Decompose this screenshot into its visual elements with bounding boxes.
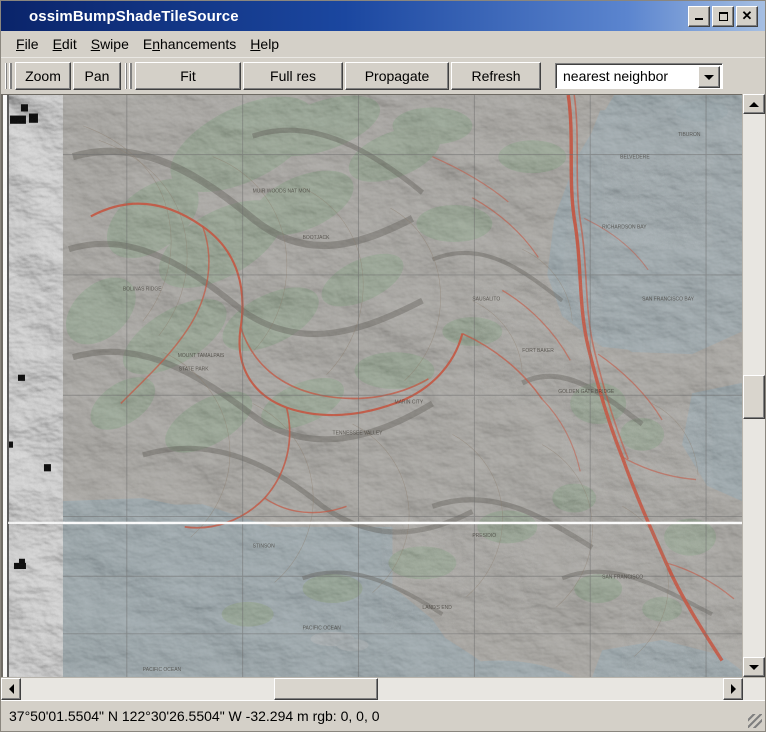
minimize-icon	[695, 18, 703, 20]
menu-item-file[interactable]: File	[9, 34, 46, 54]
status-text: 37°50'01.5504" N 122°30'26.5504" W -32.2…	[9, 708, 380, 724]
menu-item-help[interactable]: Help	[243, 34, 286, 54]
toolbar-drag-handle-2[interactable]	[125, 63, 132, 89]
scrollbar-corner	[743, 678, 765, 700]
resampler-selected-value: nearest neighbor	[563, 68, 669, 84]
status-bar: 37°50'01.5504" N 122°30'26.5504" W -32.2…	[1, 700, 765, 731]
arrow-left-icon	[8, 684, 14, 694]
refresh-button[interactable]: Refresh	[451, 62, 541, 90]
pan-button[interactable]: Pan	[73, 62, 121, 90]
horizontal-scroll-track[interactable]	[21, 678, 723, 700]
map-image[interactable]: MUIR WOODS NAT MON MOUNT TAMALPAIS STATE…	[3, 95, 742, 677]
menu-item-swipe[interactable]: Swipe	[84, 34, 136, 54]
title-bar: ossimBumpShadeTileSource ✕	[1, 1, 765, 31]
horizontal-scrollbar[interactable]	[1, 677, 765, 700]
menu-item-enhancements[interactable]: Enhancements	[136, 34, 243, 54]
resampler-dropdown[interactable]: nearest neighbor	[555, 63, 723, 89]
close-icon: ✕	[741, 8, 753, 23]
fit-button[interactable]: Fit	[135, 62, 241, 90]
canvas-area: MUIR WOODS NAT MON MOUNT TAMALPAIS STATE…	[1, 94, 765, 700]
scroll-up-button[interactable]	[743, 94, 765, 114]
arrow-up-icon	[749, 101, 759, 107]
arrow-right-icon	[730, 684, 736, 694]
application-window: ossimBumpShadeTileSource ✕ File Edit Swi…	[0, 0, 766, 732]
toolbar-drag-handle-1[interactable]	[5, 63, 12, 89]
map-viewport[interactable]: MUIR WOODS NAT MON MOUNT TAMALPAIS STATE…	[1, 94, 742, 677]
propagate-button[interactable]: Propagate	[345, 62, 449, 90]
zoom-button[interactable]: Zoom	[15, 62, 71, 90]
arrow-down-icon	[749, 664, 759, 670]
maximize-icon	[718, 11, 728, 21]
vertical-scroll-thumb[interactable]	[743, 374, 765, 419]
scroll-down-button[interactable]	[743, 657, 765, 677]
vertical-scroll-track[interactable]	[743, 114, 765, 657]
horizontal-scroll-thumb[interactable]	[273, 678, 378, 700]
scroll-right-button[interactable]	[723, 678, 743, 700]
resize-grip-icon[interactable]	[748, 714, 762, 728]
vertical-scrollbar[interactable]	[742, 94, 765, 677]
menu-item-edit[interactable]: Edit	[46, 34, 84, 54]
window-title: ossimBumpShadeTileSource	[29, 7, 239, 25]
canvas-row: MUIR WOODS NAT MON MOUNT TAMALPAIS STATE…	[1, 94, 765, 677]
menu-bar: File Edit Swipe Enhancements Help	[1, 31, 765, 57]
minimize-button[interactable]	[688, 5, 710, 27]
full-res-button[interactable]: Full res	[243, 62, 343, 90]
window-controls: ✕	[688, 5, 758, 27]
scroll-left-button[interactable]	[1, 678, 21, 700]
close-button[interactable]: ✕	[736, 5, 758, 27]
map-canvas: MUIR WOODS NAT MON MOUNT TAMALPAIS STATE…	[3, 95, 742, 677]
tool-bar: Zoom Pan Fit Full res Propagate Refresh …	[1, 57, 765, 94]
chevron-down-icon[interactable]	[698, 66, 720, 88]
maximize-button[interactable]	[712, 5, 734, 27]
